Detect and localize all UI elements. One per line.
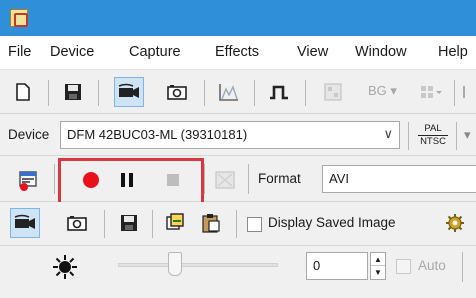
snap-image-button[interactable]	[162, 77, 192, 107]
grid-icon	[421, 86, 442, 98]
copy-image-button[interactable]	[160, 208, 190, 238]
save-image-button[interactable]	[114, 208, 144, 238]
live-video-button[interactable]	[114, 77, 144, 107]
video-norm-ntsc: NTSC	[420, 136, 446, 147]
menu-file[interactable]: File	[8, 44, 31, 60]
brightness-slider-track[interactable]	[118, 263, 278, 267]
record-settings-button[interactable]	[14, 165, 44, 195]
histogram-button[interactable]	[214, 77, 244, 107]
format-combobox-value: AVI	[329, 171, 349, 186]
paste-image-button[interactable]	[196, 208, 226, 238]
main-toolbar: BG ▾	[0, 70, 476, 114]
photo-camera-icon	[167, 85, 187, 100]
menu-effects[interactable]: Effects	[215, 44, 259, 60]
menu-device[interactable]: Device	[50, 44, 94, 60]
device-label: Device	[8, 127, 50, 142]
clipboard-icon	[202, 214, 220, 233]
brightness-value: 0	[313, 258, 321, 273]
new-document-icon	[16, 83, 30, 101]
trigger-button[interactable]	[264, 77, 294, 107]
device-toolbar: Device DFM 42BUC03-ML (39310181) ∨ PAL N…	[0, 114, 476, 156]
copy-image-icon	[166, 213, 184, 230]
save-button[interactable]	[58, 77, 88, 107]
live-button[interactable]	[10, 208, 40, 238]
new-file-button[interactable]	[8, 77, 38, 107]
chevron-down-icon: ∨	[383, 126, 393, 141]
spin-down-icon[interactable]: ▼	[371, 266, 385, 279]
record-settings-icon	[19, 171, 37, 191]
sun-brightness-icon	[53, 255, 77, 279]
chevron-down-icon: ▾	[464, 127, 471, 142]
property-toolbar: 0 ▲ ▼ Auto	[0, 246, 476, 298]
pointer-icon	[463, 86, 465, 98]
device-combobox-value: DFM 42BUC03-ML (39310181)	[67, 127, 248, 142]
app-icon[interactable]	[10, 9, 28, 27]
codec-properties-icon	[215, 171, 235, 189]
menu-view[interactable]: View	[297, 44, 328, 60]
bg-dropdown[interactable]: BG ▾	[368, 83, 397, 99]
floppy-disk-icon	[121, 215, 137, 231]
brightness-button[interactable]	[50, 252, 80, 282]
device-settings-button[interactable]	[440, 208, 470, 238]
auto-checkbox[interactable]	[396, 259, 411, 274]
codec-properties-button[interactable]	[210, 165, 240, 195]
snap-button[interactable]	[62, 208, 92, 238]
more-button[interactable]	[460, 77, 476, 107]
photo-camera-icon	[67, 216, 87, 231]
auto-label: Auto	[418, 258, 446, 273]
trigger-pulse-icon	[270, 85, 288, 100]
overlay-button[interactable]	[318, 77, 348, 107]
floppy-disk-icon	[65, 84, 81, 100]
overlay-grid-icon	[324, 83, 342, 101]
next-dropdown[interactable]: ▾	[464, 127, 471, 143]
brightness-spinner[interactable]: ▲ ▼	[370, 252, 386, 280]
menu-window[interactable]: Window	[355, 44, 407, 60]
display-saved-image-checkbox[interactable]	[247, 217, 262, 232]
device-combobox[interactable]: DFM 42BUC03-ML (39310181) ∨	[60, 121, 400, 149]
brightness-slider-thumb[interactable]	[168, 252, 182, 276]
format-label: Format	[258, 171, 301, 186]
image-toolbar: Display Saved Image	[0, 202, 476, 246]
menu-help[interactable]: Help	[438, 44, 468, 60]
format-combobox[interactable]: AVI	[322, 165, 476, 193]
brightness-value-field[interactable]: 0	[306, 252, 368, 280]
video-camera-icon	[118, 83, 139, 98]
video-norm-pal: PAL	[418, 121, 448, 136]
gear-icon	[446, 214, 464, 232]
video-camera-icon	[14, 214, 35, 229]
spin-up-icon[interactable]: ▲	[371, 253, 385, 266]
title-bar	[0, 0, 476, 36]
menu-bar: File Device Capture Effects View Window …	[0, 36, 476, 70]
display-saved-image-label: Display Saved Image	[268, 215, 396, 230]
histogram-icon	[219, 84, 238, 101]
video-norm-button[interactable]: PAL NTSC	[418, 121, 448, 151]
grid-dropdown-button[interactable]	[416, 77, 446, 107]
menu-capture[interactable]: Capture	[129, 44, 181, 60]
